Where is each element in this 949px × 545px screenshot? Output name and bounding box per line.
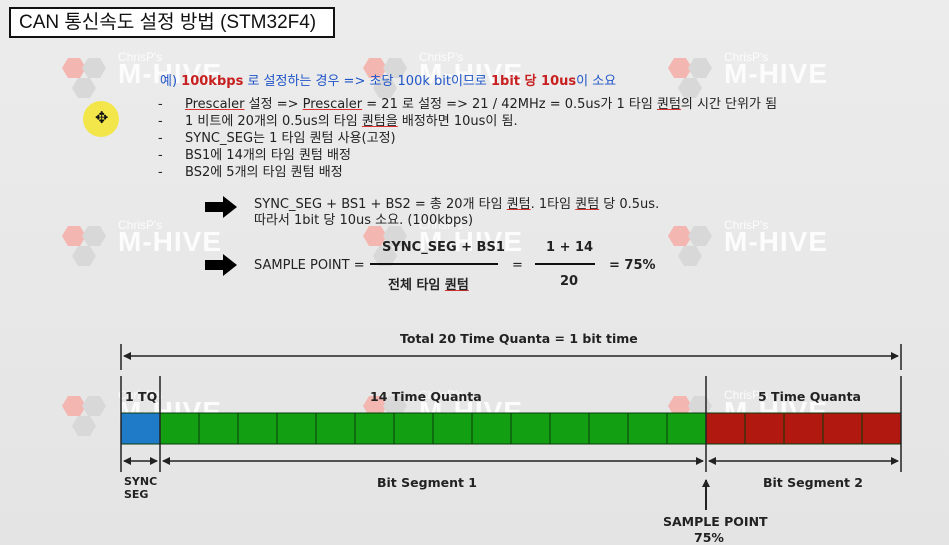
time-quantum-cell <box>822 412 863 445</box>
bit-segment-2-label: Bit Segment 2 <box>763 475 863 490</box>
total-quanta-label: Total 20 Time Quanta = 1 bit time <box>400 331 638 346</box>
time-quantum-cell <box>549 412 590 445</box>
time-quantum-cell <box>198 412 239 445</box>
time-quantum-cell <box>861 412 902 445</box>
sync-seg-label: SYNC SEG <box>124 475 157 501</box>
time-quantum-cell <box>783 412 824 445</box>
time-quantum-cell <box>237 412 278 445</box>
sync-seg-text: SYNC <box>124 475 158 488</box>
time-quantum-cell <box>315 412 356 445</box>
tq5-label: 5 Time Quanta <box>758 389 861 404</box>
time-quantum-cell <box>354 412 395 445</box>
sync-seg-text: SEG <box>124 488 149 501</box>
tq1-label: 1 TQ <box>125 389 158 404</box>
time-quantum-cell <box>120 412 161 445</box>
sample-point-label-bottom: SAMPLE POINT <box>663 514 768 529</box>
time-quantum-cell <box>510 412 551 445</box>
time-quantum-cell <box>744 412 785 445</box>
bit-timing-diagram <box>120 344 902 510</box>
slide: ChrisP's M-HIVE ChrisP's M-HIVE ChrisP's… <box>0 0 949 545</box>
time-quantum-cell <box>393 412 434 445</box>
time-quantum-cell <box>159 412 200 445</box>
bit-segment-1-label: Bit Segment 1 <box>377 475 477 490</box>
tq14-label: 14 Time Quanta <box>370 389 482 404</box>
time-quantum-cell <box>627 412 668 445</box>
time-quantum-cell <box>588 412 629 445</box>
time-quantum-cell <box>705 412 746 445</box>
time-quantum-cell <box>432 412 473 445</box>
time-quantum-cell <box>276 412 317 445</box>
sample-point-percent: 75% <box>694 530 724 545</box>
time-quantum-cell <box>666 412 707 445</box>
time-quantum-cell <box>471 412 512 445</box>
